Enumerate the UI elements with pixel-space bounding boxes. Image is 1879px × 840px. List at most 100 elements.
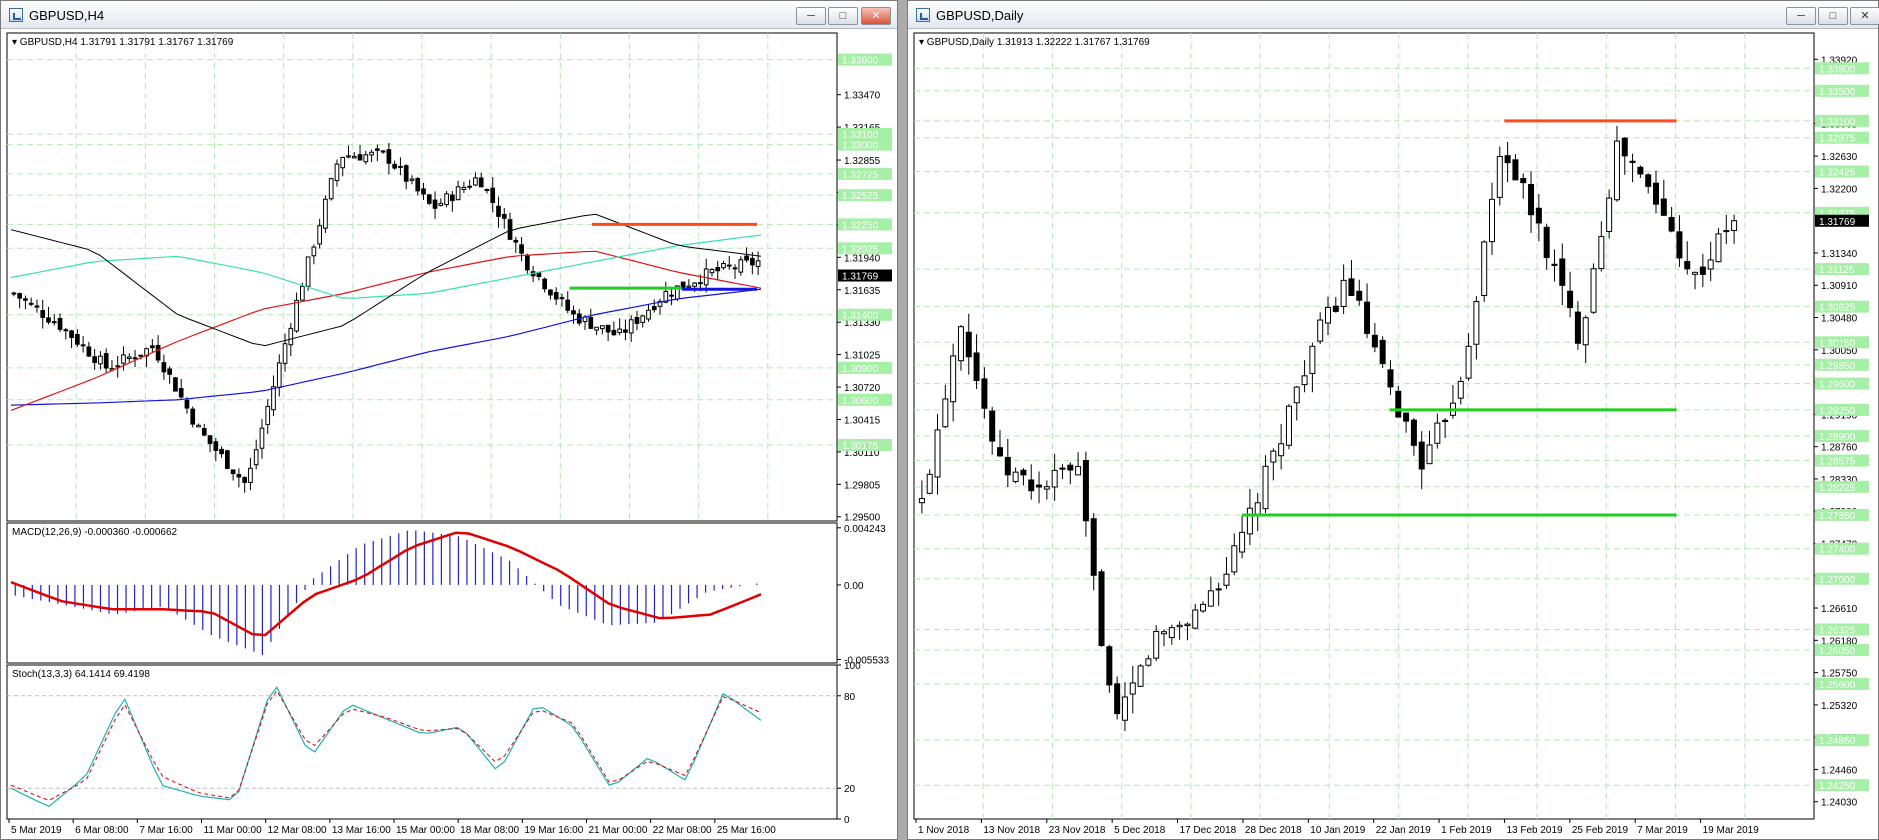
h4-main-candle-body [628,319,634,334]
h4-main-candle-body [173,377,178,392]
h4-x-tick-label: 19 Mar 16:00 [524,825,583,836]
h4-main-candle-body [259,427,265,449]
daily-main-y-tick-label: 1.24460 [1821,765,1858,776]
daily-chart-canvas[interactable]: 1.339201.330651.326301.322001.313401.309… [912,31,1876,839]
h4-main-candle-body [392,163,397,169]
daily-main-y-tick-label: 1.24030 [1821,798,1858,809]
daily-x-tick-label: 7 Mar 2019 [1637,825,1688,836]
daily-main-candle-body [1598,236,1605,270]
h4-main-candle-body [478,177,484,188]
h4-main-candle-body [721,263,726,269]
h4-main-price-label: 1.32725 [842,170,879,181]
close-button[interactable]: ✕ [1850,7,1879,25]
daily-window-titlebar[interactable]: GBPUSD,Daily ─ □ ✕ [908,1,1879,29]
minimize-button[interactable]: ─ [1786,7,1816,25]
daily-chart-window[interactable]: GBPUSD,Daily ─ □ ✕ 1.339201.330651.32630… [907,0,1879,840]
h4-main-candle-body [23,298,28,301]
daily-x-tick-label: 13 Feb 2019 [1506,825,1563,836]
daily-main-candle-body [1262,465,1269,510]
h4-main-candle-body [161,362,167,373]
daily-main-candle-body [934,429,941,478]
h4-main-candle-body [600,325,605,330]
daily-main-price-label: 1.27850 [1819,511,1856,522]
h4-main-candle-body [380,150,386,153]
daily-main-candle-body [1731,220,1738,232]
h4-main-candle-body [594,326,599,331]
h4-main-candle-body [588,316,594,329]
daily-main-price-label: 1.33500 [1819,87,1856,98]
h4-main-candle-body [536,272,542,277]
maximize-button[interactable]: □ [1818,7,1848,25]
h4-main-candle-body [363,154,369,163]
maximize-button[interactable]: □ [828,7,858,25]
daily-x-tick-label: 1 Nov 2018 [918,825,970,836]
daily-main-candle-body [1442,419,1449,423]
daily-main-price-label: 1.27400 [1819,545,1856,556]
daily-main-y-tick-label: 1.30910 [1821,281,1858,292]
h4-main-candle-body [744,255,749,261]
h4-window-titlebar[interactable]: GBPUSD,H4 ─ □ ✕ [1,1,897,29]
h4-main-price-label: 1.32250 [842,220,879,231]
daily-main-candle-body [1285,405,1292,446]
h4-main-candle-body [126,356,132,360]
daily-main-candle-body [1192,609,1199,629]
h4-main-candle-body [317,225,322,245]
h4-main-candle-body [525,254,530,271]
h4-main-candle-body [640,315,646,323]
daily-main-candle-body [1379,339,1386,365]
h4-main-candle-body [11,292,17,295]
h4-main-candle-body [553,292,559,300]
daily-x-tick-label: 28 Dec 2018 [1245,825,1302,836]
h4-main-candle-body [351,155,357,159]
daily-main-candle-body [1465,345,1472,379]
minimize-button[interactable]: ─ [796,7,826,25]
daily-main-candle-body [1606,197,1613,233]
daily-main-candle-body [1613,140,1620,201]
h4-main-candle-body [369,151,374,156]
daily-main-candle-body [1707,259,1714,270]
daily-main-candle-body [1278,443,1285,457]
h4-stoch-y-tick-label: 20 [844,784,856,795]
h4-main-candle-body [340,156,346,169]
daily-main-candle-body [918,498,925,504]
daily-main-candle-body [1325,306,1331,324]
daily-main-candle-body [1410,419,1417,446]
h4-chart-canvas[interactable]: 1.334701.331651.328551.325501.322451.319… [5,31,895,839]
daily-main-candle-body [1543,226,1550,259]
h4-main-candle-body [686,285,692,288]
h4-stoch-panel-frame [6,664,838,820]
daily-main-y-tick-label: 1.25320 [1821,701,1858,712]
h4-main-candle-body [467,185,472,188]
h4-macd-y-tick-label: 0.00 [844,581,864,592]
daily-main-candle-body [1590,268,1597,313]
daily-main-candle-body [1059,467,1066,470]
h4-main-candle-body [692,282,697,287]
daily-main-candle-body [1239,531,1246,553]
daily-main-candle-body [950,355,957,403]
daily-main-candle-body [1176,624,1183,628]
daily-main-price-label: 1.27000 [1819,575,1856,586]
h4-main-candle-body [611,329,617,336]
h4-main-candle-body [207,435,213,445]
daily-x-tick-label: 22 Jan 2019 [1376,825,1431,836]
daily-main-price-label: 1.29850 [1819,361,1856,372]
daily-x-tick-label: 13 Nov 2018 [983,825,1040,836]
h4-main-candle-body [103,353,109,369]
daily-main-price-label: 1.26050 [1819,646,1856,657]
h4-main-candle-body [542,278,547,290]
daily-main-price-label: 1.33100 [1819,117,1856,128]
h4-chart-window[interactable]: GBPUSD,H4 ─ □ ✕ 1.334701.331651.328551.3… [0,0,898,840]
h4-main-price-label: 1.30600 [842,396,879,407]
daily-main-candle-body [1574,311,1581,344]
h4-main-candle-body [138,354,144,357]
h4-main-candle-body [40,310,46,318]
daily-main-candle-body [1254,502,1261,515]
h4-main-candle-body [178,388,184,398]
daily-main-candle-body [1489,198,1495,243]
h4-main-candle-body [155,344,161,361]
daily-main-candle-body [1676,231,1683,259]
daily-main-candle-body [1200,603,1207,612]
h4-x-tick-label: 13 Mar 16:00 [332,825,391,836]
close-button[interactable]: ✕ [861,7,891,25]
h4-main-y-tick-label: 1.31025 [844,351,881,362]
